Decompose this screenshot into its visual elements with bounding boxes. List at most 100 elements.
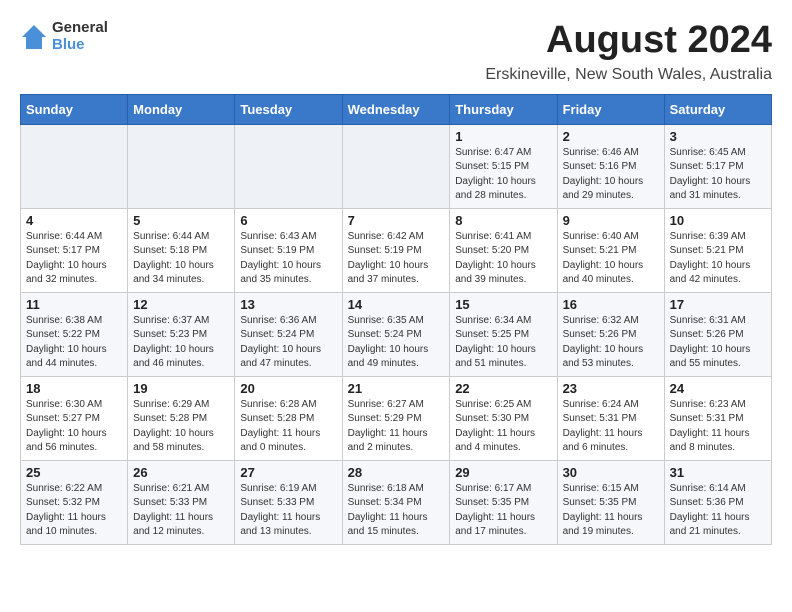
table-cell: 18 Sunrise: 6:30 AMSunset: 5:27 PMDayligh… [21,376,128,460]
day-number: 1 [455,129,551,144]
table-cell: 31 Sunrise: 6:14 AMSunset: 5:36 PMDayligh… [664,460,771,544]
cell-content: Sunrise: 6:31 AMSunset: 5:26 PMDaylight:… [670,314,766,372]
table-cell: 14 Sunrise: 6:35 AMSunset: 5:24 PMDayligh… [342,292,450,376]
table-cell: 27Sunrise: 6:19 AMSunset: 5:33 PMDayligh… [235,460,342,544]
table-cell: 22Sunrise: 6:25 AMSunset: 5:30 PMDayligh… [450,376,557,460]
calendar: Sunday Monday Tuesday Wednesday Thursday… [20,94,772,545]
day-number: 3 [670,129,766,144]
table-cell: 21Sunrise: 6:27 AMSunset: 5:29 PMDayligh… [342,376,450,460]
table-cell: 24 Sunrise: 6:23 AMSunset: 5:31 PMDayligh… [664,376,771,460]
table-cell [235,124,342,208]
day-number: 20 [240,381,336,396]
table-cell: 4Sunrise: 6:44 AMSunset: 5:17 PMDaylight… [21,208,128,292]
table-cell: 5 Sunrise: 6:44 AMSunset: 5:18 PMDaylight… [128,208,235,292]
cell-content: Sunrise: 6:41 AMSunset: 5:20 PMDaylight:… [455,230,551,288]
day-number: 11 [26,297,122,312]
weekday-header-row: Sunday Monday Tuesday Wednesday Thursday… [21,94,772,124]
table-cell: 26 Sunrise: 6:21 AMSunset: 5:33 PMDayligh… [128,460,235,544]
day-number: 31 [670,465,766,480]
day-number: 14 [348,297,445,312]
logo-blue-text: Blue [52,37,108,54]
logo-general-text: General [52,20,108,37]
cell-content: Sunrise: 6:44 AMSunset: 5:18 PMDaylight:… [133,230,229,288]
cell-content: Sunrise: 6:47 AMSunset: 5:15 PMDaylight:… [455,146,551,204]
day-number: 12 [133,297,229,312]
cell-content: Sunrise: 6:32 AMSunset: 5:26 PMDaylight:… [563,314,659,372]
day-number: 8 [455,213,551,228]
header-wednesday: Wednesday [342,94,450,124]
cell-content: Sunrise: 6:38 AMSunset: 5:22 PMDaylight:… [26,314,122,372]
cell-content: Sunrise: 6:29 AMSunset: 5:28 PMDaylight:… [133,398,229,456]
day-number: 5 [133,213,229,228]
week-row-4: 18 Sunrise: 6:30 AMSunset: 5:27 PMDayligh… [21,376,772,460]
cell-content: Sunrise: 6:39 AMSunset: 5:21 PMDaylight:… [670,230,766,288]
week-row-3: 11 Sunrise: 6:38 AMSunset: 5:22 PMDayligh… [21,292,772,376]
month-year: August 2024 [485,20,772,62]
cell-content: Sunrise: 6:30 AMSunset: 5:27 PMDaylight:… [26,398,122,456]
logo: General Blue [20,20,108,53]
table-cell: 6 Sunrise: 6:43 AMSunset: 5:19 PMDaylight… [235,208,342,292]
day-number: 10 [670,213,766,228]
week-row-2: 4Sunrise: 6:44 AMSunset: 5:17 PMDaylight… [21,208,772,292]
cell-content: Sunrise: 6:42 AMSunset: 5:19 PMDaylight:… [348,230,445,288]
table-cell [128,124,235,208]
day-number: 15 [455,297,551,312]
table-cell: 28Sunrise: 6:18 AMSunset: 5:34 PMDayligh… [342,460,450,544]
location: Erskineville, New South Wales, Australia [485,66,772,84]
day-number: 17 [670,297,766,312]
cell-content: Sunrise: 6:19 AMSunset: 5:33 PMDaylight:… [240,482,336,540]
day-number: 6 [240,213,336,228]
table-cell: 17 Sunrise: 6:31 AMSunset: 5:26 PMDayligh… [664,292,771,376]
table-cell: 30Sunrise: 6:15 AMSunset: 5:35 PMDayligh… [557,460,664,544]
week-row-5: 25Sunrise: 6:22 AMSunset: 5:32 PMDayligh… [21,460,772,544]
cell-content: Sunrise: 6:28 AMSunset: 5:28 PMDaylight:… [240,398,336,456]
day-number: 26 [133,465,229,480]
table-cell: 7 Sunrise: 6:42 AMSunset: 5:19 PMDaylight… [342,208,450,292]
day-number: 9 [563,213,659,228]
cell-content: Sunrise: 6:43 AMSunset: 5:19 PMDaylight:… [240,230,336,288]
table-cell: 29 Sunrise: 6:17 AMSunset: 5:35 PMDayligh… [450,460,557,544]
table-cell: 2Sunrise: 6:46 AMSunset: 5:16 PMDaylight… [557,124,664,208]
table-cell [21,124,128,208]
day-number: 7 [348,213,445,228]
table-cell: 12 Sunrise: 6:37 AMSunset: 5:23 PMDayligh… [128,292,235,376]
header-sunday: Sunday [21,94,128,124]
table-cell: 23 Sunrise: 6:24 AMSunset: 5:31 PMDayligh… [557,376,664,460]
day-number: 24 [670,381,766,396]
table-cell: 8 Sunrise: 6:41 AMSunset: 5:20 PMDaylight… [450,208,557,292]
cell-content: Sunrise: 6:40 AMSunset: 5:21 PMDaylight:… [563,230,659,288]
header-saturday: Saturday [664,94,771,124]
cell-content: Sunrise: 6:22 AMSunset: 5:32 PMDaylight:… [26,482,122,540]
cell-content: Sunrise: 6:15 AMSunset: 5:35 PMDaylight:… [563,482,659,540]
cell-content: Sunrise: 6:37 AMSunset: 5:23 PMDaylight:… [133,314,229,372]
day-number: 29 [455,465,551,480]
day-number: 13 [240,297,336,312]
cell-content: Sunrise: 6:17 AMSunset: 5:35 PMDaylight:… [455,482,551,540]
cell-content: Sunrise: 6:23 AMSunset: 5:31 PMDaylight:… [670,398,766,456]
table-cell: 15 Sunrise: 6:34 AMSunset: 5:25 PMDayligh… [450,292,557,376]
week-row-1: 1 Sunrise: 6:47 AMSunset: 5:15 PMDaylight… [21,124,772,208]
cell-content: Sunrise: 6:24 AMSunset: 5:31 PMDaylight:… [563,398,659,456]
table-cell: 13 Sunrise: 6:36 AMSunset: 5:24 PMDayligh… [235,292,342,376]
header-tuesday: Tuesday [235,94,342,124]
cell-content: Sunrise: 6:27 AMSunset: 5:29 PMDaylight:… [348,398,445,456]
table-cell: 20 Sunrise: 6:28 AMSunset: 5:28 PMDayligh… [235,376,342,460]
table-cell: 16 Sunrise: 6:32 AMSunset: 5:26 PMDayligh… [557,292,664,376]
cell-content: Sunrise: 6:46 AMSunset: 5:16 PMDaylight:… [563,146,659,204]
cell-content: Sunrise: 6:25 AMSunset: 5:30 PMDaylight:… [455,398,551,456]
table-cell: 3Sunrise: 6:45 AMSunset: 5:17 PMDaylight… [664,124,771,208]
title-block: August 2024 Erskineville, New South Wale… [485,20,772,84]
day-number: 16 [563,297,659,312]
day-number: 18 [26,381,122,396]
cell-content: Sunrise: 6:36 AMSunset: 5:24 PMDaylight:… [240,314,336,372]
cell-content: Sunrise: 6:35 AMSunset: 5:24 PMDaylight:… [348,314,445,372]
cell-content: Sunrise: 6:34 AMSunset: 5:25 PMDaylight:… [455,314,551,372]
table-cell: 25Sunrise: 6:22 AMSunset: 5:32 PMDayligh… [21,460,128,544]
header-friday: Friday [557,94,664,124]
cell-content: Sunrise: 6:21 AMSunset: 5:33 PMDaylight:… [133,482,229,540]
cell-content: Sunrise: 6:14 AMSunset: 5:36 PMDaylight:… [670,482,766,540]
day-number: 23 [563,381,659,396]
header-monday: Monday [128,94,235,124]
table-cell: 11 Sunrise: 6:38 AMSunset: 5:22 PMDayligh… [21,292,128,376]
day-number: 19 [133,381,229,396]
